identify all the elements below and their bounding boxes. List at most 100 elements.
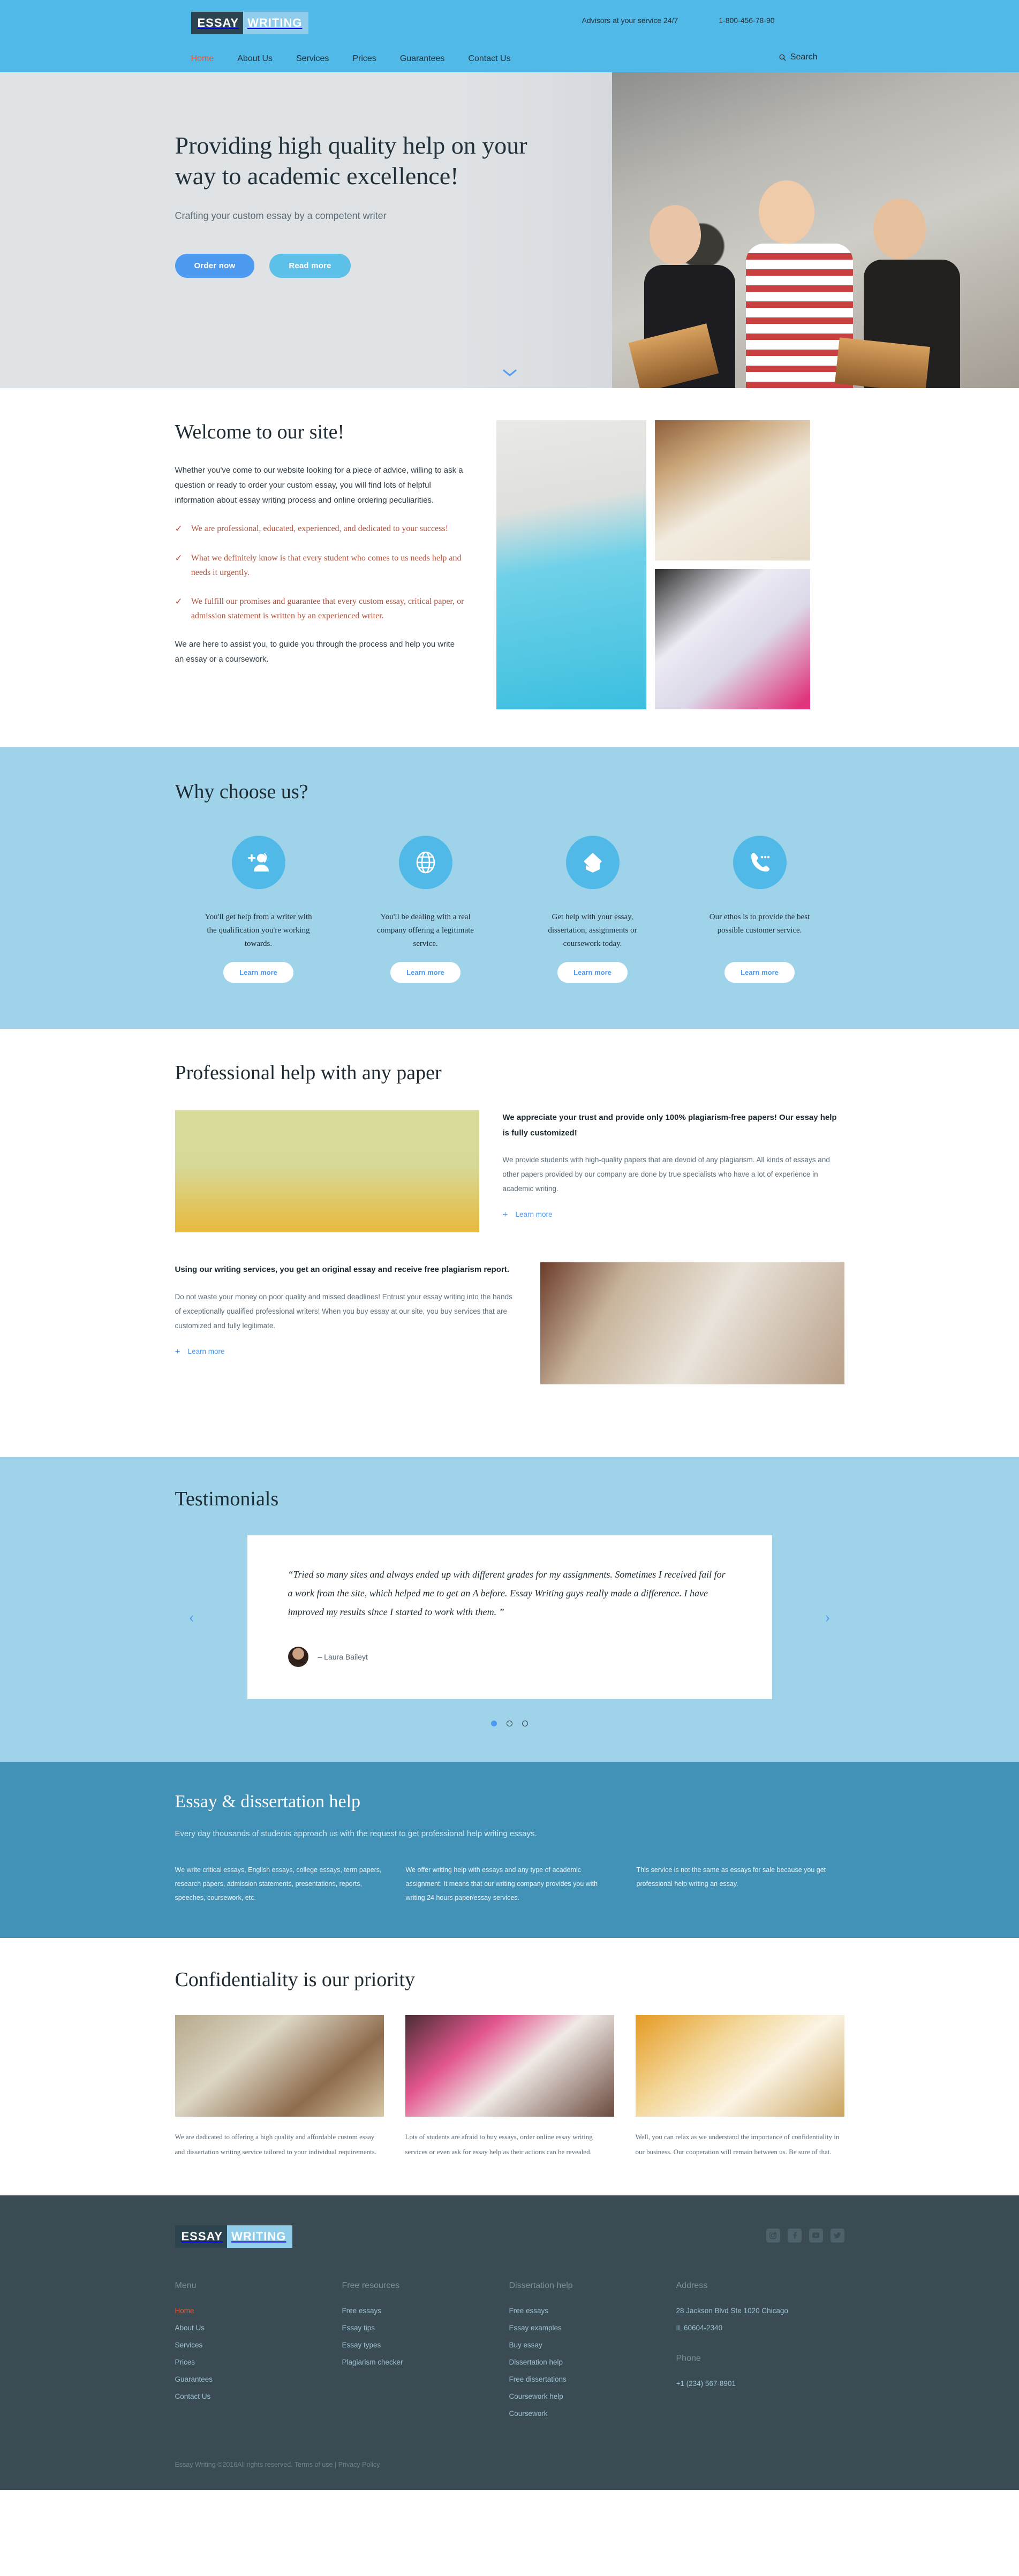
carousel-prev-arrow-icon[interactable]: ‹: [189, 1608, 194, 1626]
feature-card-company: You'll be dealing with a real company of…: [342, 836, 509, 983]
footer-column-dissertation-help: Dissertation help Free essays Essay exam…: [509, 2281, 676, 2427]
footer-link-free-essays[interactable]: Free essays: [342, 2307, 509, 2315]
read-more-button[interactable]: Read more: [269, 254, 351, 278]
feature-text: You'll be dealing with a real company of…: [377, 913, 474, 948]
footer-link-essay-examples[interactable]: Essay examples: [509, 2324, 676, 2332]
footer-link-about-us[interactable]: About Us: [175, 2324, 342, 2332]
hero-button-group: Order now Read more: [175, 254, 844, 278]
footer-link-essay-types[interactable]: Essay types: [342, 2341, 509, 2349]
block-headline: We appreciate your trust and provide onl…: [502, 1113, 837, 1138]
welcome-section: Welcome to our site! Whether you've come…: [0, 388, 1019, 747]
why-choose-us-heading: Why choose us?: [175, 781, 308, 803]
logo-text-writing: WRITING: [243, 11, 309, 34]
list-item: ✓ We are professional, educated, experie…: [175, 521, 464, 537]
feature-card-dissertation: Get help with your essay, dissertation, …: [509, 836, 676, 983]
photo-pencils: [175, 1110, 479, 1233]
footer-address-line1: 28 Jackson Blvd Ste 1020 Chicago: [676, 2306, 788, 2315]
footer-link-free-essays-2[interactable]: Free essays: [509, 2307, 676, 2315]
learn-more-button[interactable]: Learn more: [724, 962, 795, 983]
confidentiality-text: Well, you can relax as we understand the…: [635, 2133, 840, 2156]
footer-link-services[interactable]: Services: [175, 2341, 342, 2349]
carousel-dot-1[interactable]: [491, 1720, 497, 1726]
privacy-policy-link[interactable]: Privacy Policy: [338, 2461, 380, 2468]
footer-link-coursework-help[interactable]: Coursework help: [509, 2392, 676, 2400]
footer-link-plagiarism-checker[interactable]: Plagiarism checker: [342, 2358, 509, 2366]
check-icon: ✓: [175, 596, 183, 607]
footer-column-free-resources: Free resources Free essays Essay tips Es…: [342, 2281, 509, 2427]
feature-card-writer: You'll get help from a writer with the q…: [175, 836, 342, 983]
header-top-bar: ESSAY WRITING Advisors at your service 2…: [175, 0, 844, 46]
carousel-dots: [175, 1720, 844, 1726]
learn-more-link[interactable]: + Learn more: [175, 1347, 225, 1356]
learn-more-label: Learn more: [187, 1347, 225, 1355]
footer-link-coursework[interactable]: Coursework: [509, 2410, 676, 2418]
site-header: ESSAY WRITING Advisors at your service 2…: [0, 0, 1019, 72]
confidentiality-text: We are dedicated to offering a high qual…: [175, 2133, 377, 2156]
dissertation-help-heading: Essay & dissertation help: [175, 1791, 361, 1812]
footer-link-dissertation-help[interactable]: Dissertation help: [509, 2358, 676, 2366]
welcome-outro-paragraph: We are here to assist you, to guide you …: [175, 639, 455, 664]
site-logo[interactable]: ESSAY WRITING: [191, 11, 309, 34]
professional-block-one: We appreciate your trust and provide onl…: [175, 1110, 844, 1233]
phone-number[interactable]: 1-800-456-78-90: [719, 16, 774, 25]
testimonial-author-row: – Laura Baileyt: [288, 1646, 731, 1667]
instagram-icon[interactable]: [766, 2228, 780, 2242]
terms-of-use-link[interactable]: Terms of use: [295, 2461, 333, 2468]
scroll-down-chevron-icon[interactable]: [502, 368, 518, 380]
footer-logo[interactable]: ESSAY WRITING: [175, 2225, 293, 2248]
footer-copyright-row: Essay Writing ©2016All rights reserved. …: [175, 2461, 844, 2468]
footer-link-contact-us[interactable]: Contact Us: [175, 2392, 342, 2400]
footer-link-prices[interactable]: Prices: [175, 2358, 342, 2366]
feature-card-support: Our ethos is to provide the best possibl…: [676, 836, 843, 983]
plus-icon: +: [502, 1209, 508, 1220]
footer-phone-title: Phone: [676, 2353, 701, 2363]
learn-more-button[interactable]: Learn more: [390, 962, 461, 983]
nav-item-prices[interactable]: Prices: [352, 54, 376, 64]
dissertation-column-3: This service is not the same as essays f…: [636, 1866, 826, 1888]
learn-more-link[interactable]: + Learn more: [503, 1210, 553, 1219]
footer-address-line2: IL 60604-2340: [676, 2323, 723, 2332]
facebook-icon[interactable]: [787, 2228, 802, 2242]
footer-link-essay-tips[interactable]: Essay tips: [342, 2324, 509, 2332]
professional-help-section: Professional help with any paper We appr…: [0, 1029, 1019, 1458]
footer-link-free-dissertations[interactable]: Free dissertations: [509, 2375, 676, 2383]
footer-link-buy-essay[interactable]: Buy essay: [509, 2341, 676, 2349]
carousel-next-arrow-icon[interactable]: ›: [825, 1608, 831, 1626]
twitter-icon[interactable]: [830, 2228, 844, 2242]
search-icon: [779, 54, 786, 61]
learn-more-button[interactable]: Learn more: [223, 962, 293, 983]
nav-item-home[interactable]: Home: [191, 54, 214, 64]
nav-item-services[interactable]: Services: [296, 54, 329, 64]
block-headline: Using our writing services, you get an o…: [175, 1265, 509, 1275]
welcome-text-column: Welcome to our site! Whether you've come…: [175, 420, 496, 709]
plus-icon: +: [175, 1346, 180, 1357]
carousel-dot-2[interactable]: [507, 1720, 512, 1726]
youtube-icon[interactable]: [809, 2228, 823, 2242]
footer-phone-number[interactable]: +1 (234) 567-8901: [676, 2380, 843, 2388]
why-choose-us-grid: You'll get help from a writer with the q…: [175, 836, 844, 983]
testimonial-author-name: – Laura Baileyt: [318, 1652, 368, 1661]
footer-link-columns: Menu Home About Us Services Prices Guara…: [175, 2281, 844, 2427]
welcome-intro-paragraph: Whether you've come to our website looki…: [175, 466, 463, 505]
learn-more-button[interactable]: Learn more: [557, 962, 628, 983]
nav-item-about-us[interactable]: About Us: [237, 54, 273, 64]
feature-text: Our ethos is to provide the best possibl…: [709, 913, 810, 935]
footer-column-title: Dissertation help: [509, 2280, 573, 2290]
nav-item-guarantees[interactable]: Guarantees: [400, 54, 445, 64]
footer-address-title: Address: [676, 2280, 708, 2290]
search-button[interactable]: Search: [779, 52, 818, 62]
footer-link-home[interactable]: Home: [175, 2307, 342, 2315]
photo-open-book-pages: [635, 2015, 844, 2117]
nav-item-contact-us[interactable]: Contact Us: [468, 54, 510, 64]
footer-link-guarantees[interactable]: Guarantees: [175, 2375, 342, 2383]
carousel-dot-3[interactable]: [522, 1720, 528, 1726]
add-user-icon: [231, 836, 285, 889]
testimonials-heading: Testimonials: [175, 1488, 279, 1511]
testimonial-card: “Tried so many sites and always ended up…: [247, 1535, 772, 1699]
order-now-button[interactable]: Order now: [175, 254, 255, 278]
checklist-text: We are professional, educated, experienc…: [191, 524, 449, 534]
check-icon: ✓: [175, 524, 183, 534]
footer-column-title: Free resources: [342, 2280, 400, 2290]
confidentiality-heading: Confidentiality is our priority: [175, 1968, 416, 1991]
avatar: [288, 1646, 308, 1667]
